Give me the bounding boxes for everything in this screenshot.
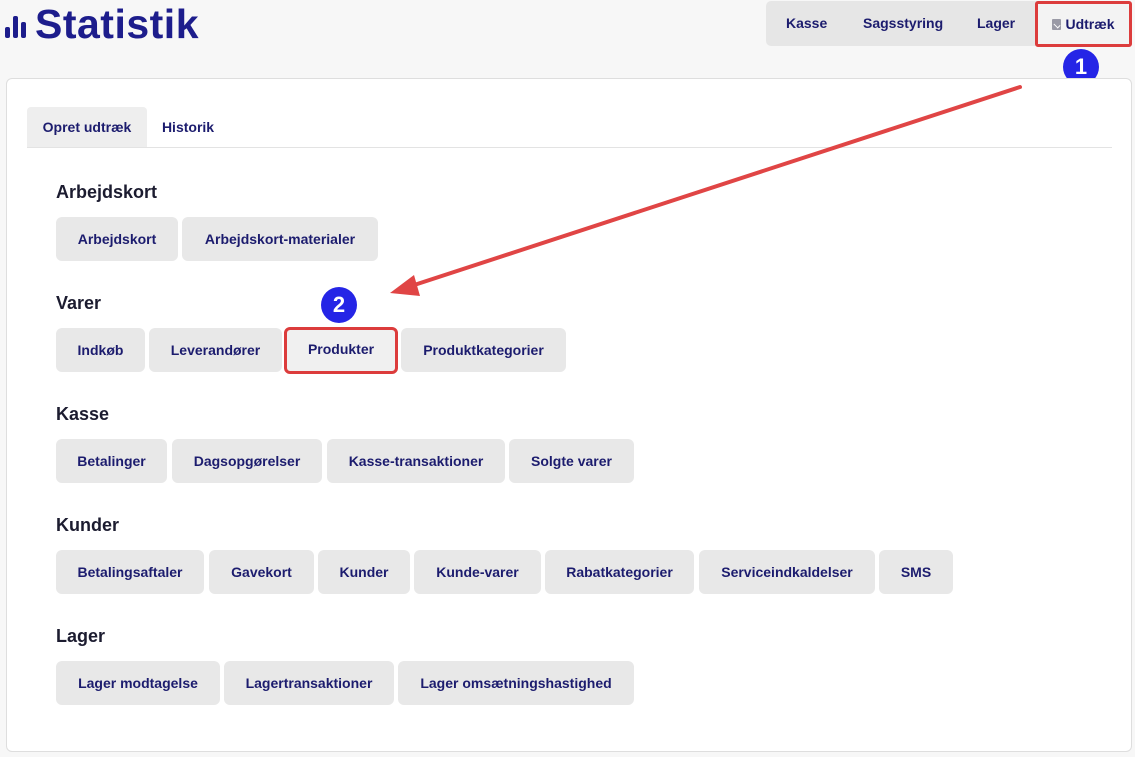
btn-rabatkategorier[interactable]: Rabatkategorier — [545, 550, 694, 594]
btn-betalingsaftaler[interactable]: Betalingsaftaler — [56, 550, 204, 594]
nav-sagsstyring[interactable]: Sagsstyring — [863, 1, 943, 46]
btn-serviceindkaldelser[interactable]: Serviceindkaldelser — [699, 550, 875, 594]
app-title: Statistik — [35, 1, 199, 47]
btn-leverandorer[interactable]: Leverandører — [149, 328, 282, 372]
section-title-varer: Varer — [56, 293, 102, 313]
tab-bar: Opret udtræk Historik — [27, 107, 1112, 148]
btn-indkob[interactable]: Indkøb — [56, 328, 145, 372]
nav-udtraek-label: Udtræk — [1065, 16, 1115, 32]
file-download-icon — [1052, 18, 1062, 30]
btn-dagsopgorelser[interactable]: Dagsopgørelser — [172, 439, 322, 483]
btn-lager-modtagelse[interactable]: Lager modtagelse — [56, 661, 220, 705]
section-title-lager: Lager — [56, 626, 106, 646]
btn-solgte-varer[interactable]: Solgte varer — [509, 439, 634, 483]
btn-betalinger[interactable]: Betalinger — [56, 439, 167, 483]
btn-produktkategorier[interactable]: Produktkategorier — [401, 328, 566, 372]
btn-arbejdskort[interactable]: Arbejdskort — [56, 217, 178, 261]
nav-kasse[interactable]: Kasse — [786, 1, 827, 46]
section-title-arbejdskort: Arbejdskort — [56, 182, 158, 202]
btn-produkter[interactable]: Produkter — [284, 327, 398, 374]
btn-sms[interactable]: SMS — [879, 550, 953, 594]
btn-lager-omsaetningshastighed[interactable]: Lager omsætningshastighed — [398, 661, 634, 705]
bar-chart-icon — [5, 16, 26, 38]
btn-gavekort[interactable]: Gavekort — [209, 550, 314, 594]
btn-arbejdskort-materialer[interactable]: Arbejdskort-materialer — [182, 217, 378, 261]
section-title-kasse: Kasse — [56, 404, 110, 424]
tab-historik[interactable]: Historik — [149, 107, 227, 147]
btn-kasse-transaktioner[interactable]: Kasse-transaktioner — [327, 439, 505, 483]
nav-udtraek[interactable]: Udtræk — [1035, 1, 1132, 47]
tab-opret-udtraek[interactable]: Opret udtræk — [27, 107, 147, 147]
btn-kunder[interactable]: Kunder — [318, 550, 410, 594]
app-logo: Statistik — [5, 3, 199, 45]
btn-kunde-varer[interactable]: Kunde-varer — [414, 550, 541, 594]
btn-lagertransaktioner[interactable]: Lagertransaktioner — [224, 661, 394, 705]
step-badge-2: 2 — [321, 287, 357, 323]
section-title-kunder: Kunder — [56, 515, 119, 535]
main-panel: Opret udtræk Historik Arbejdskort Arbejd… — [6, 78, 1132, 752]
nav-lager[interactable]: Lager — [977, 1, 1015, 46]
